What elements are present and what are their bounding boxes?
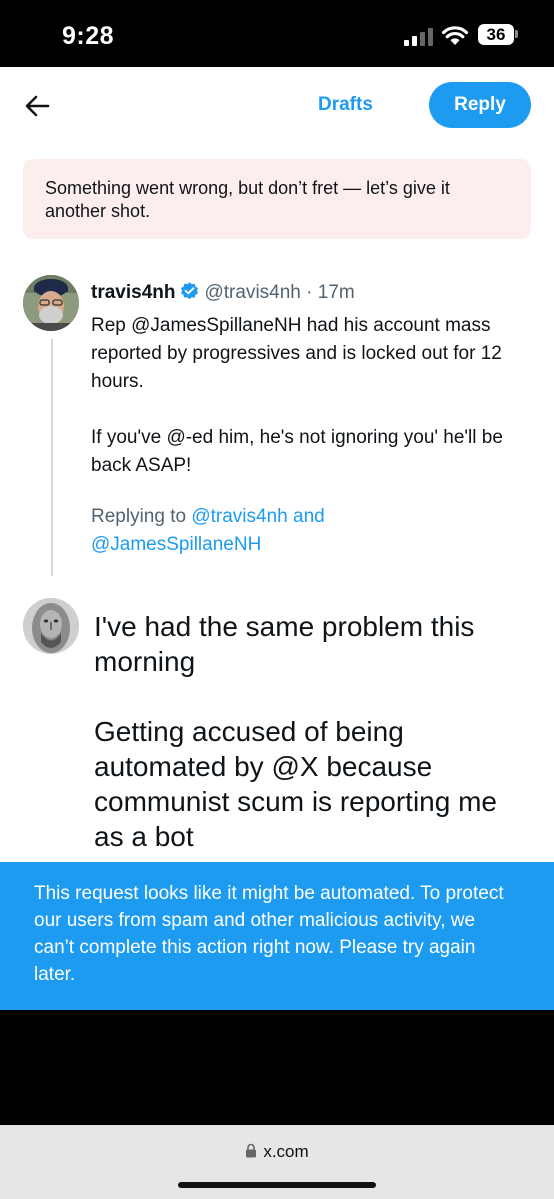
reply-button[interactable]: Reply [429,82,531,128]
lock-icon [246,1143,257,1158]
back-button[interactable] [22,91,54,121]
arrow-left-icon [25,95,50,117]
tweet-body: Rep @JamesSpillaneNH had his account mas… [91,312,531,480]
avatar[interactable] [23,275,79,331]
replying-to-line: Replying to @travis4nh and @JamesSpillan… [91,503,531,559]
browser-address-bar[interactable]: x.com [0,1125,554,1199]
mention-link-travis4nh[interactable]: @travis4nh [191,506,287,527]
tweet-timestamp[interactable]: 17m [318,282,355,303]
error-banner-text: Something went wrong, but don’t fret — l… [45,178,450,221]
battery-icon: 36 [478,24,514,45]
user-handle[interactable]: @travis4nh [204,282,300,303]
display-name[interactable]: travis4nh [91,282,175,303]
profile-photo-icon [23,598,79,654]
reply-compose-screen: Drafts Reply Something went wrong, but d… [0,67,554,862]
status-time: 9:28 [62,22,115,50]
replying-to-label: Replying to [91,506,192,527]
error-banner: Something went wrong, but don’t fret — l… [23,159,531,239]
toast-text: This request looks like it might be auto… [34,883,504,985]
compose-paragraph: Getting accused of being automated by @X… [94,716,498,852]
profile-photo-icon [23,275,79,331]
home-indicator[interactable] [178,1182,376,1188]
wifi-icon [441,26,469,45]
tweet-paragraph: Rep @JamesSpillaneNH had his account mas… [91,315,502,392]
url-text: x.com [263,1142,309,1161]
reply-compose-input[interactable]: I've had the same problem this morning G… [94,609,534,854]
replying-and-label[interactable]: and [288,506,325,527]
mention-link-jamesspillanenh[interactable]: @JamesSpillaneNH [91,534,261,555]
status-bar: 9:28 36 [0,0,554,67]
verified-badge-icon [181,282,199,300]
tweet-paragraph: If you've @-ed him, he's not ignoring yo… [91,427,503,476]
avatar[interactable] [23,598,79,654]
compose-paragraph: I've had the same problem this morning [94,611,475,677]
thread-connector-line [51,339,53,576]
cellular-signal-icon [404,28,434,46]
automation-warning-toast: This request looks like it might be auto… [0,862,554,1010]
url-display[interactable]: x.com [0,1142,554,1162]
tweet-header: travis4nh @travis4nh · 17m [91,281,355,305]
battery-tip [515,30,518,38]
drafts-button[interactable]: Drafts [318,94,373,116]
keyboard-area [0,1010,554,1125]
meta-separator: · [300,282,318,303]
